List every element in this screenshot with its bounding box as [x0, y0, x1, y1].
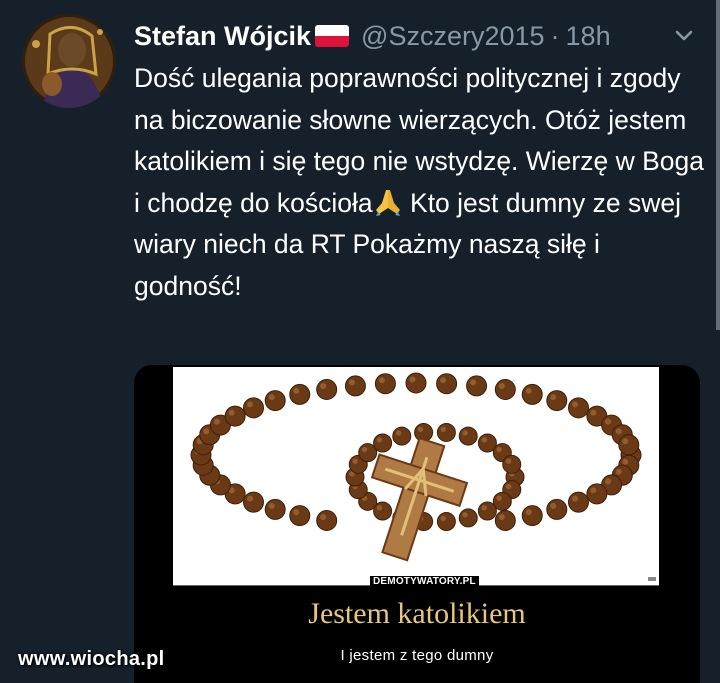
poster-subtitle: I jestem z tego dumny [340, 647, 494, 664]
tweet-time[interactable]: 18h [566, 21, 611, 52]
tweet-media[interactable]: DEMOTYWATORY.PL Jestem katolikiem I jest… [134, 365, 700, 683]
chevron-down-icon[interactable] [670, 22, 698, 50]
user-handle[interactable]: @Szczery2015 [361, 21, 545, 52]
poland-flag-icon [315, 25, 350, 47]
rosary-image [190, 372, 642, 562]
tweet-header: Stefan Wójcik @Szczery2015 · 18h [134, 16, 700, 56]
tweet-text: Dość ulegania poprawności politycznej i … [134, 58, 704, 307]
poster-title: Jestem katolikiem [308, 597, 526, 630]
avatar[interactable] [22, 14, 116, 108]
site-watermark: www.wiocha.pl [18, 648, 165, 670]
demotywatory-watermark: DEMOTYWATORY.PL [370, 576, 479, 587]
watermark-mark [648, 577, 656, 581]
scrollbar[interactable] [716, 0, 720, 330]
avatar-icon [22, 14, 116, 108]
display-name[interactable]: Stefan Wójcik [134, 21, 311, 52]
separator-dot: · [550, 20, 560, 51]
folded-hands-icon [375, 189, 400, 216]
rosary-photo [173, 367, 659, 585]
